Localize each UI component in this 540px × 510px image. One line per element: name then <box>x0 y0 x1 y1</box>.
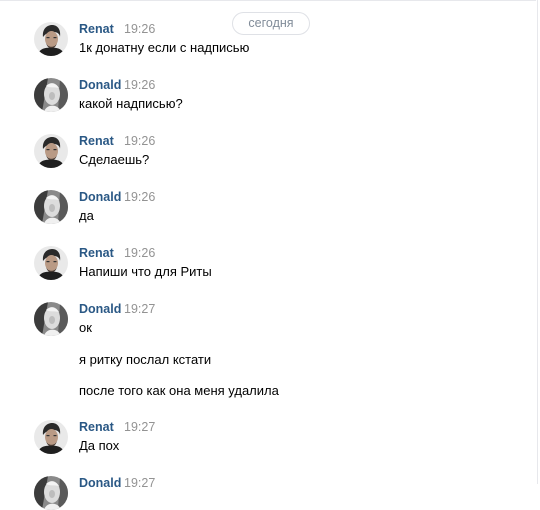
message-time[interactable]: 19:26 <box>124 22 155 36</box>
message-time[interactable]: 19:26 <box>124 134 155 148</box>
renat-avatar[interactable] <box>34 134 68 168</box>
message-author[interactable]: Renat <box>79 134 114 148</box>
message-author[interactable]: Renat <box>79 22 114 36</box>
message-time[interactable]: 19:26 <box>124 190 155 204</box>
message-text: какой надписью? <box>79 96 183 111</box>
message-text: Да пох <box>79 438 120 453</box>
donald-avatar[interactable] <box>34 302 68 336</box>
message-time[interactable]: 19:26 <box>124 78 155 92</box>
message-text: 1к донатну если с надписью <box>79 40 250 55</box>
message-text: Сделаешь? <box>79 152 150 167</box>
message-author[interactable]: Donald <box>79 190 121 204</box>
message-author[interactable]: Renat <box>79 420 114 434</box>
message-text: я ритку послал кстати <box>79 352 212 367</box>
date-divider-badge: сегодня <box>232 12 310 35</box>
scroll-edge-divider <box>537 0 538 484</box>
donald-avatar[interactable] <box>34 78 68 112</box>
renat-avatar[interactable] <box>34 420 68 454</box>
message-author[interactable]: Donald <box>79 476 121 490</box>
message-text: после того как она меня удалила <box>79 383 279 398</box>
message-time[interactable]: 19:27 <box>124 476 155 490</box>
message-time[interactable]: 19:27 <box>124 302 155 316</box>
message-author[interactable]: Donald <box>79 302 121 316</box>
donald-avatar[interactable] <box>34 190 68 224</box>
message-author[interactable]: Donald <box>79 78 121 92</box>
message-text: Напиши что для Риты <box>79 264 212 279</box>
message-text: ок <box>79 320 92 335</box>
message-author[interactable]: Renat <box>79 246 114 260</box>
message-text: да <box>79 208 94 223</box>
message-feed[interactable]: Renat 19:26 1к донатну если с надписью D… <box>0 0 536 510</box>
renat-avatar[interactable] <box>34 22 68 56</box>
message-time[interactable]: 19:27 <box>124 420 155 434</box>
donald-avatar[interactable] <box>34 476 68 510</box>
message-time[interactable]: 19:26 <box>124 246 155 260</box>
renat-avatar[interactable] <box>34 246 68 280</box>
